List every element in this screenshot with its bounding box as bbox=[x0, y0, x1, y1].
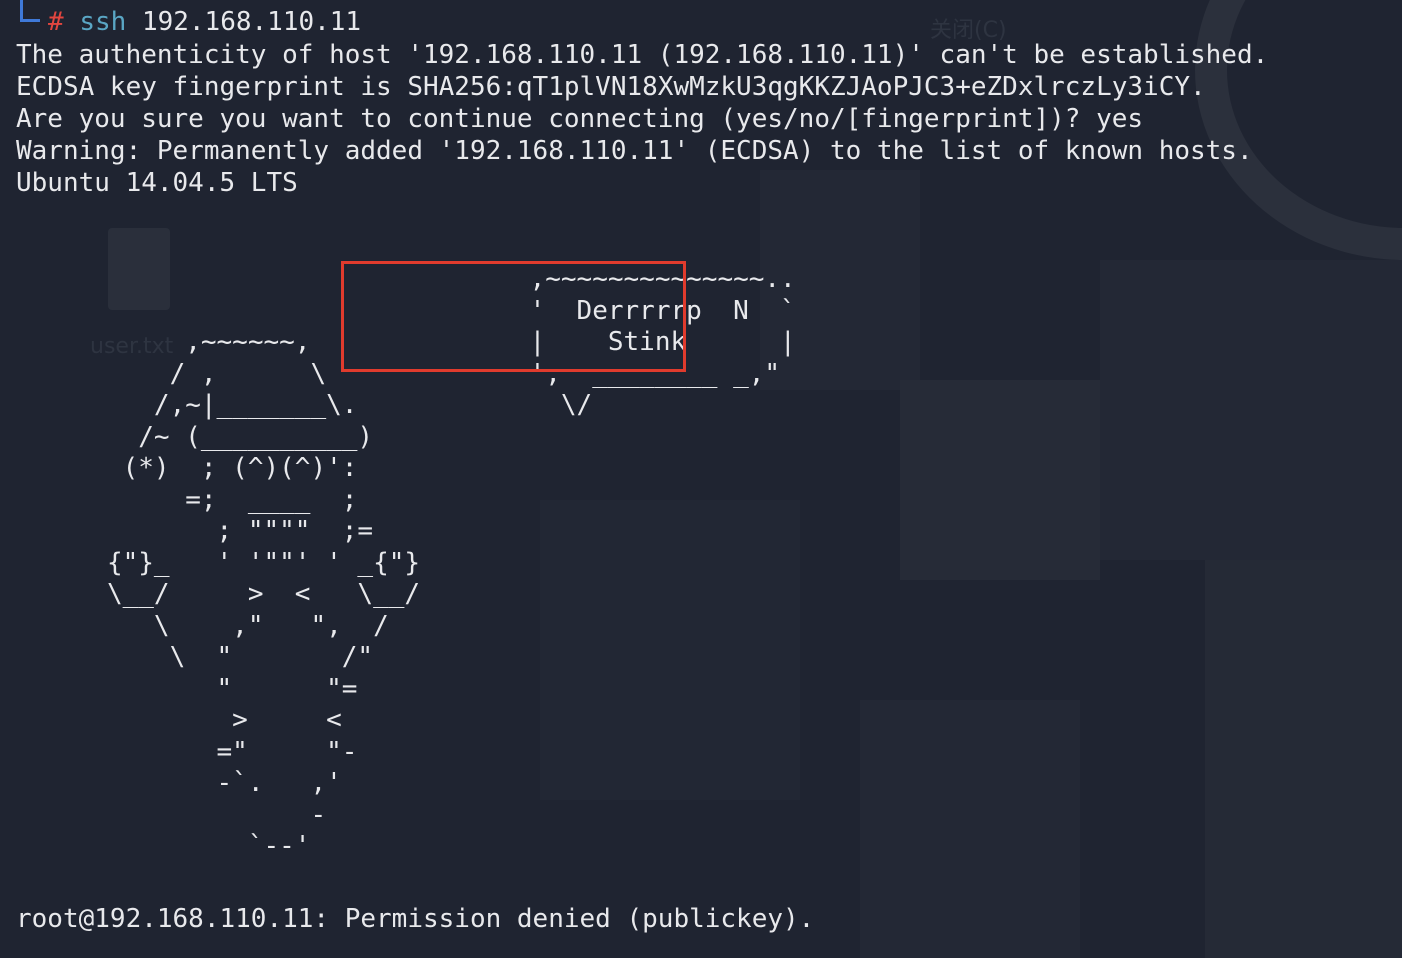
prompt-symbol: # bbox=[48, 7, 64, 37]
output-line: The authenticity of host '192.168.110.11… bbox=[16, 40, 1269, 70]
terminal-window[interactable]: user.txt 关闭(C) # ssh 192.168.110.11 The … bbox=[0, 0, 1402, 958]
wallpaper-tile bbox=[900, 380, 1100, 580]
wallpaper-tile bbox=[1205, 560, 1402, 958]
command-argument: 192.168.110.11 bbox=[141, 7, 362, 37]
command-name: ssh bbox=[79, 7, 127, 37]
output-line: Ubuntu 14.04.5 LTS bbox=[16, 168, 298, 198]
annotation-highlight-box bbox=[341, 261, 686, 372]
command-line: # ssh 192.168.110.11 bbox=[48, 6, 361, 38]
wallpaper-tile bbox=[1100, 260, 1402, 560]
prompt-frame-corner bbox=[20, 0, 40, 22]
output-line: Warning: Permanently added '192.168.110.… bbox=[16, 136, 1253, 166]
output-line: Are you sure you want to continue connec… bbox=[16, 104, 1144, 134]
output-line: ECDSA key fingerprint is SHA256:qT1plVN1… bbox=[16, 72, 1206, 102]
permission-denied-line: root@192.168.110.11: Permission denied (… bbox=[16, 904, 815, 934]
wallpaper-tile bbox=[860, 700, 1080, 958]
